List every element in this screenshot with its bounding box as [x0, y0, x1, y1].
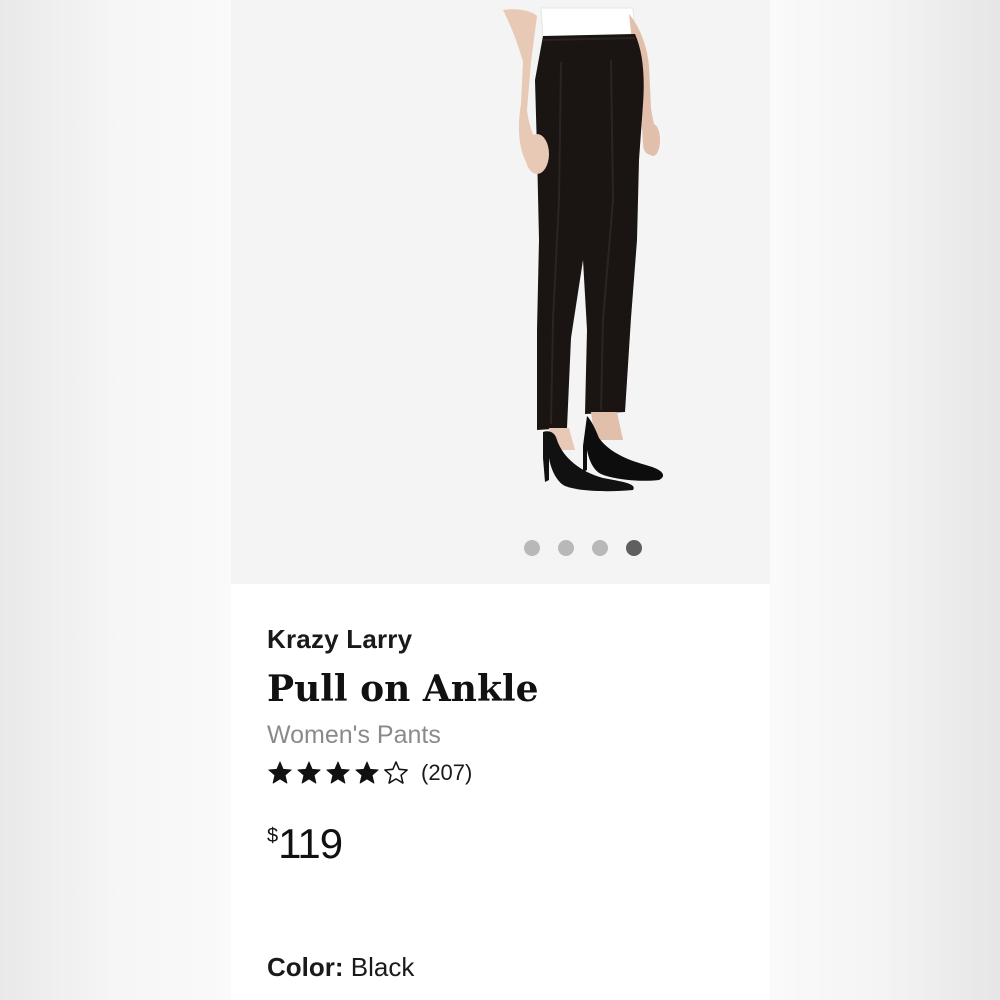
product-image-carousel[interactable]: [231, 0, 770, 584]
carousel-dot-2[interactable]: [558, 540, 574, 556]
brand-name[interactable]: Krazy Larry: [267, 624, 412, 655]
carousel-dot-1[interactable]: [524, 540, 540, 556]
star-rating: [267, 760, 409, 786]
carousel-pagination: [524, 540, 642, 556]
star-filled-icon: [268, 761, 292, 784]
star-filled-icon: [297, 761, 321, 784]
product-photo: [503, 7, 664, 492]
review-count[interactable]: (207): [421, 760, 472, 786]
rating-summary[interactable]: (207): [267, 758, 472, 788]
product-title: Pull on Ankle: [267, 668, 539, 710]
star-filled-icon: [355, 761, 379, 784]
price-amount: 119: [278, 820, 343, 867]
star-outline-icon: [384, 761, 408, 784]
color-selection: Color: Black: [267, 952, 414, 983]
carousel-dot-4[interactable]: [626, 540, 642, 556]
color-label: Color:: [267, 952, 344, 982]
star-filled-icon: [326, 761, 350, 784]
carousel-dot-3[interactable]: [592, 540, 608, 556]
product-category: Women's Pants: [267, 721, 441, 749]
model-top: [540, 7, 636, 39]
price-currency: $: [267, 825, 279, 847]
price: $ 119: [267, 820, 343, 868]
color-value: Black: [350, 952, 415, 982]
product-card: Krazy Larry Pull on Ankle Women's Pants …: [231, 0, 770, 1000]
